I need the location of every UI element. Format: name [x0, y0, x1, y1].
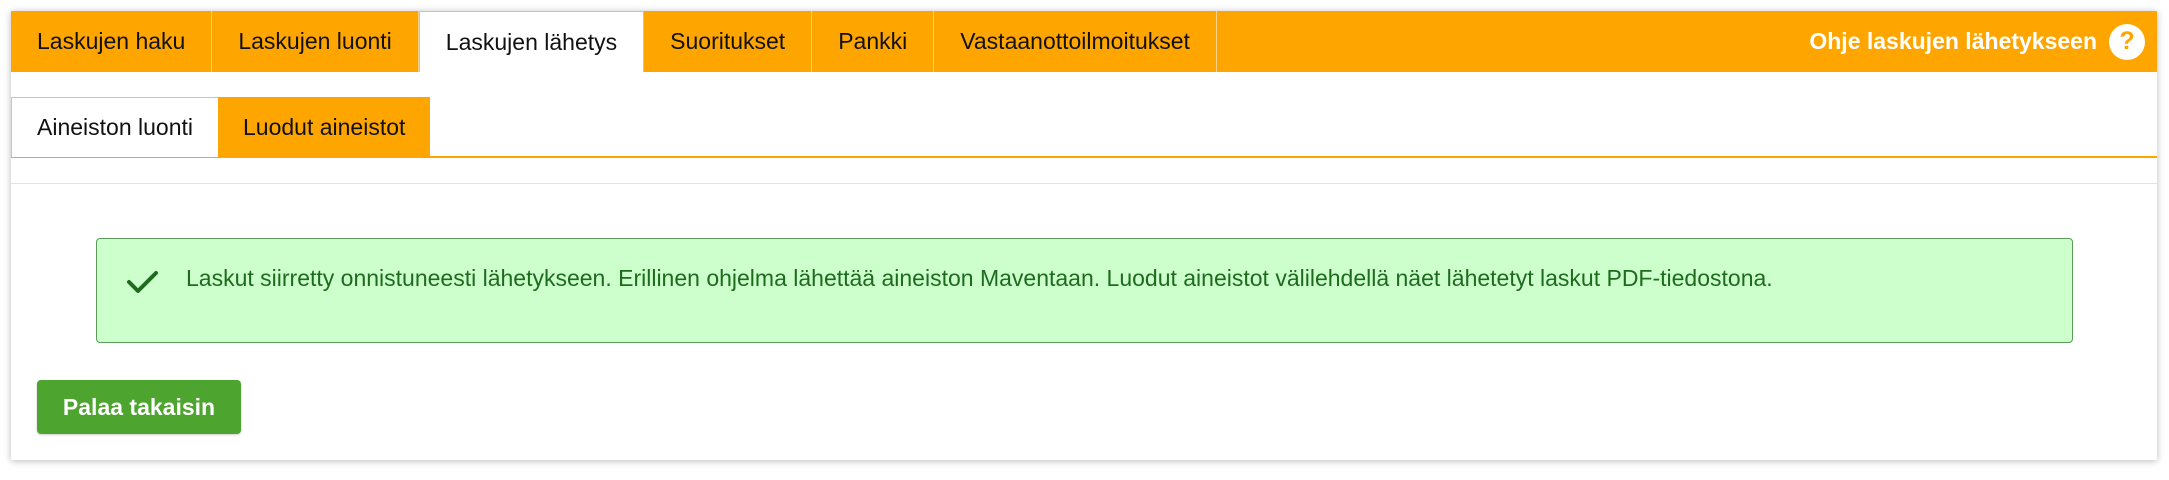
help-link[interactable]: Ohje laskujen lähetykseen ?: [1809, 11, 2145, 72]
back-button[interactable]: Palaa takaisin: [37, 380, 241, 434]
content-divider: [11, 183, 2157, 184]
check-icon: [127, 271, 158, 293]
tab-laskujen-luonti[interactable]: Laskujen luonti: [212, 11, 419, 72]
top-tab-bar: Laskujen haku Laskujen luonti Laskujen l…: [11, 11, 2157, 72]
help-label[interactable]: Ohje laskujen lähetykseen: [1809, 28, 2097, 55]
alert-message: Laskut siirretty onnistuneesti lähetykse…: [186, 265, 1773, 291]
top-tabs: Laskujen haku Laskujen luonti Laskujen l…: [11, 11, 1217, 72]
app-frame: Laskujen haku Laskujen luonti Laskujen l…: [11, 11, 2157, 460]
tab-vastaanottoilmoitukset[interactable]: Vastaanottoilmoitukset: [934, 11, 1217, 72]
tab-suoritukset[interactable]: Suoritukset: [644, 11, 813, 72]
tab-aineiston-luonti[interactable]: Aineiston luonti: [11, 97, 218, 157]
tab-luodut-aineistot[interactable]: Luodut aineistot: [218, 97, 431, 157]
sub-tabs: Aineiston luonti Luodut aineistot: [11, 97, 2157, 157]
help-icon[interactable]: ?: [2109, 23, 2145, 60]
tab-laskujen-lahetys[interactable]: Laskujen lähetys: [418, 11, 645, 72]
tab-laskujen-haku[interactable]: Laskujen haku: [11, 11, 213, 72]
sub-tab-bar: Aineiston luonti Luodut aineistot: [11, 97, 2157, 158]
tab-pankki[interactable]: Pankki: [812, 11, 935, 72]
success-alert: Laskut siirretty onnistuneesti lähetykse…: [96, 238, 2073, 343]
